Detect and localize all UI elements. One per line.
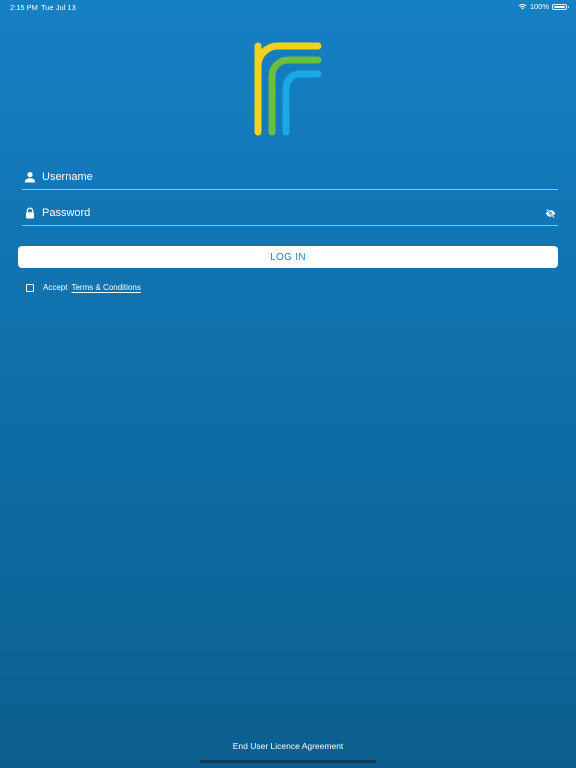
- username-field[interactable]: [22, 164, 558, 190]
- accept-terms-checkbox[interactable]: [26, 283, 34, 292]
- user-icon: [24, 172, 36, 183]
- brand-logo: [254, 42, 322, 136]
- battery-percentage: 100%: [529, 2, 549, 11]
- username-input[interactable]: [42, 168, 532, 186]
- battery-icon: [552, 3, 569, 10]
- status-time: 2:15 PM: [10, 3, 38, 12]
- accept-label: Accept: [43, 283, 68, 292]
- status-indicators: 100%: [518, 2, 569, 11]
- terms-row: Accept Terms & Conditions: [26, 283, 141, 292]
- eye-off-icon[interactable]: [545, 208, 556, 219]
- status-bar: 2:15 PM Tue Jul 13 100%: [0, 0, 576, 14]
- lock-icon: [26, 207, 34, 219]
- eula-link[interactable]: End User Licence Agreement: [0, 741, 576, 751]
- password-input[interactable]: [42, 204, 532, 222]
- logo-arc-blue: [282, 70, 322, 136]
- wifi-icon: [518, 4, 527, 10]
- status-date: Tue Jul 13: [41, 3, 76, 12]
- password-field[interactable]: [22, 200, 558, 226]
- home-indicator: [200, 760, 376, 763]
- terms-conditions-link[interactable]: Terms & Conditions: [71, 283, 140, 292]
- login-button[interactable]: LOG IN: [18, 246, 558, 268]
